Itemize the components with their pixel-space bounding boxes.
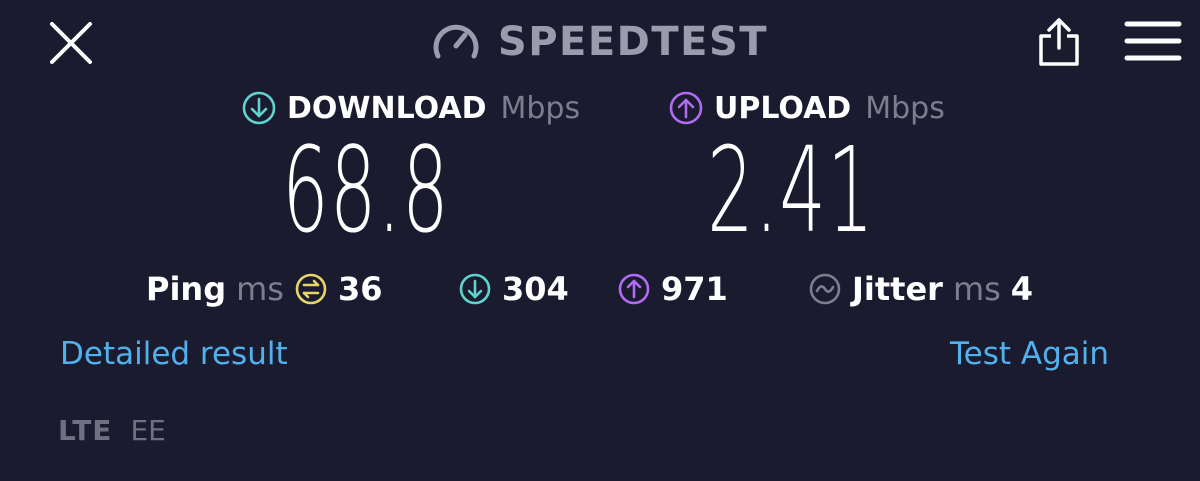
ping-unit: ms (236, 270, 284, 308)
detailed-result-link[interactable]: Detailed result (60, 336, 288, 372)
jitter-wave-icon (809, 273, 841, 305)
download-latency-stat: 304 (458, 266, 569, 312)
ping-icon (295, 273, 327, 305)
download-latency-value: 304 (502, 270, 569, 308)
network-type: LTE (58, 414, 113, 447)
download-arrow-icon (242, 91, 276, 125)
share-button[interactable] (1033, 16, 1085, 68)
jitter-unit: ms (952, 270, 1001, 308)
hamburger-menu-icon (1124, 21, 1182, 61)
ping-value: 36 (337, 270, 383, 308)
menu-button[interactable] (1124, 18, 1182, 64)
network-info: LTE EE (58, 414, 166, 447)
upload-arrow-icon (669, 91, 703, 125)
test-again-button[interactable]: Test Again (950, 336, 1109, 372)
download-speed-value: 68.8 (282, 121, 450, 259)
upload-latency-value: 971 (661, 270, 728, 308)
share-icon (1039, 18, 1079, 66)
download-arrow-icon (459, 273, 491, 305)
ping-stat: Ping ms 36 (146, 266, 382, 312)
app-brand: SPEEDTEST (0, 12, 1200, 72)
upload-arrow-icon (618, 273, 650, 305)
carrier-name: EE (130, 414, 166, 447)
jitter-stat: Jitter ms 4 (808, 266, 1033, 312)
jitter-value: 4 (1010, 270, 1034, 308)
upload-latency-stat: 971 (617, 266, 728, 312)
upload-unit: Mbps (865, 90, 945, 126)
jitter-label: Jitter (852, 270, 943, 308)
ping-label: Ping (146, 270, 227, 308)
upload-speed-value: 2.41 (707, 121, 875, 259)
speedometer-icon (433, 24, 479, 59)
download-unit: Mbps (500, 90, 581, 126)
app-title: SPEEDTEST (497, 19, 769, 65)
